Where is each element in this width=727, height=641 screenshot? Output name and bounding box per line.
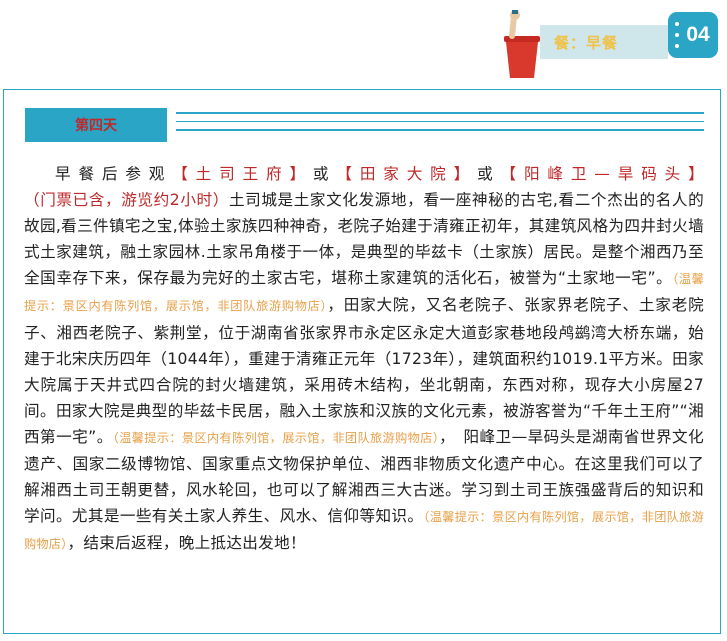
paragraph-4: ，结束后返程，晚上抵达出发地！ — [67, 534, 306, 553]
meal-label: 餐：早餐 — [554, 33, 619, 52]
paragraph-2: ，田家大院，又名老院子、张家界老院子、土家老院子、湘西老院子、紫荆堂，位于湖南省… — [24, 296, 704, 446]
day-tab: 第四天 — [25, 108, 167, 142]
attraction-3: 【阳峰卫—旱码头】 — [500, 165, 704, 183]
decorative-stripes — [176, 112, 704, 136]
meal-banner: 餐：早餐 — [540, 25, 668, 59]
itinerary-text: 早餐后参观【土司王府】或【田家大院】或【阳峰卫—旱码头】 （门票已含，游览约2小… — [24, 161, 704, 557]
or-text-2: 或 — [477, 165, 501, 183]
lead-text: 早餐后参观 — [55, 165, 173, 183]
attraction-1: 【土司王府】 — [172, 165, 313, 183]
or-text-1: 或 — [312, 165, 337, 183]
cup-icon — [504, 10, 540, 78]
day-number: 04 — [686, 23, 710, 46]
page-header: 餐：早餐 04 — [0, 0, 727, 84]
tip-2: （温馨提示：景区内有陈列馆，展示馆，非团队旅游购物店） — [112, 430, 440, 445]
attraction-2: 【田家大院】 — [336, 165, 478, 183]
day-title: 第四天 — [75, 118, 117, 134]
badge-dots-icon — [675, 22, 679, 48]
ticket-note: （门票已含，游览约2小时） — [24, 191, 229, 210]
day-number-badge: 04 — [668, 12, 718, 58]
